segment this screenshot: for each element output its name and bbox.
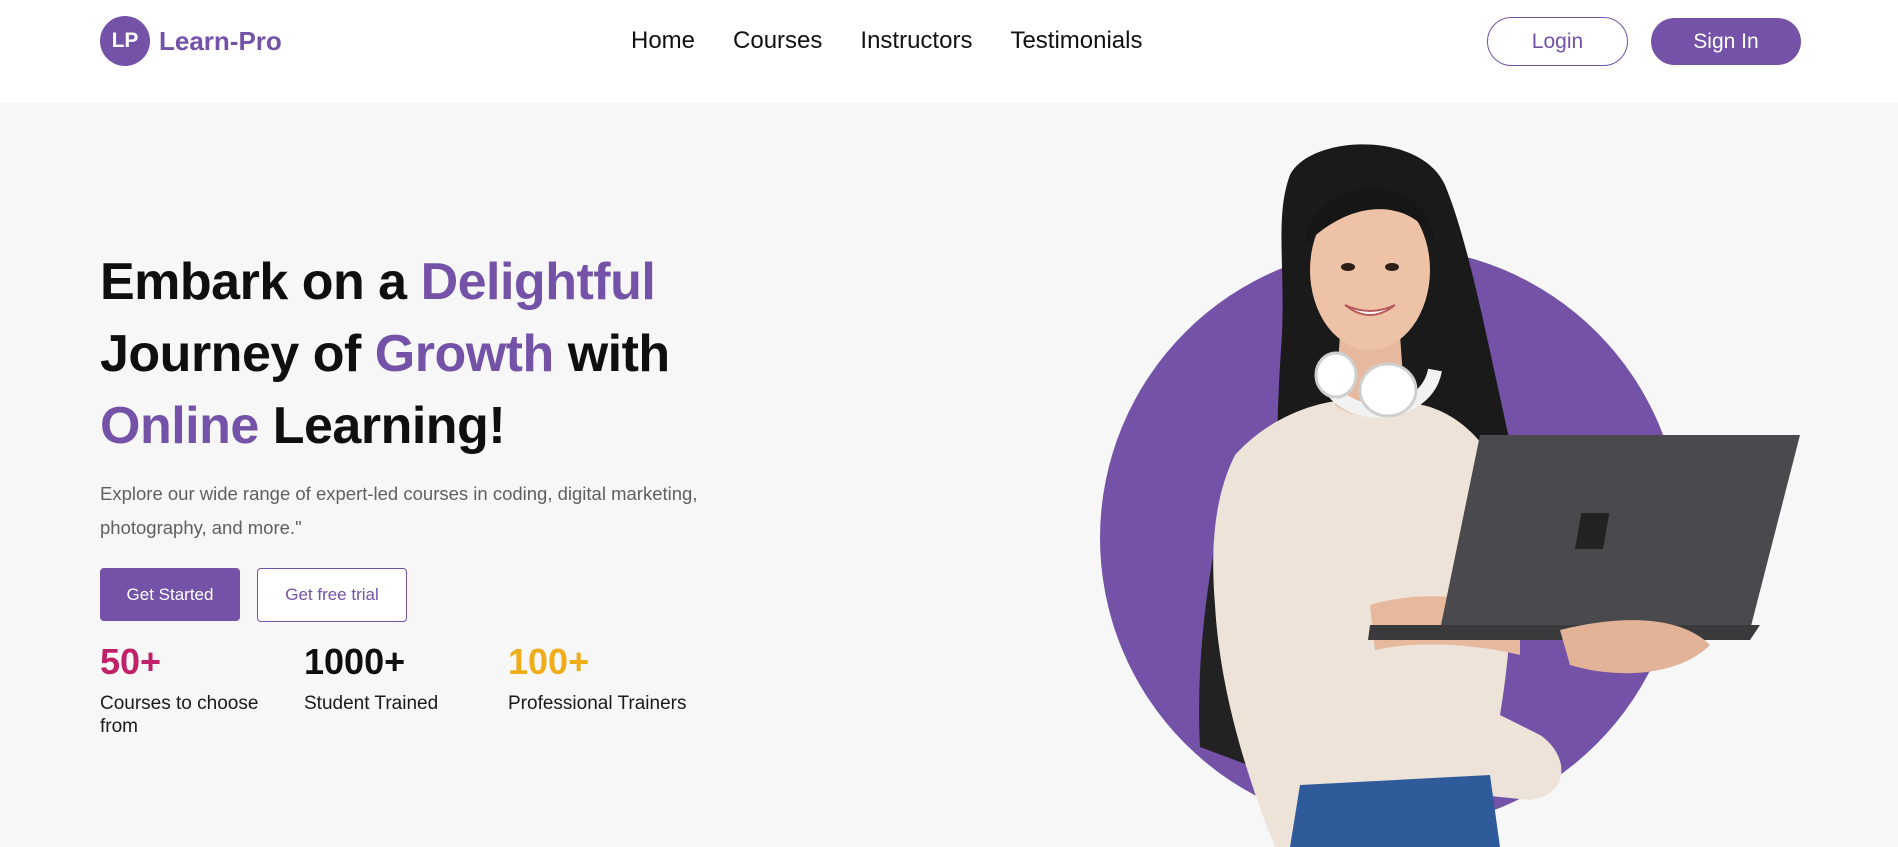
nav-home-link[interactable]: Home [631, 27, 695, 55]
logo-badge: LP [100, 16, 150, 66]
stat-label: Professional Trainers [508, 693, 687, 714]
nav-instructors-link[interactable]: Instructors [860, 27, 972, 55]
stat-label: Student Trained [304, 693, 439, 714]
signin-button[interactable]: Sign In [1651, 18, 1801, 65]
stat-value: 50+ [100, 641, 162, 682]
stat-value: 1000+ [304, 641, 406, 682]
hero-title: Embark on a Delightful Journey of Growth… [100, 246, 740, 462]
stat-courses: 50+ Courses to choose from [100, 640, 290, 738]
title-part: with [553, 325, 670, 383]
eye-right [1385, 263, 1399, 271]
headphones-cup-left [1314, 351, 1358, 399]
nav-testimonials-link[interactable]: Testimonials [1010, 27, 1142, 55]
eye-left [1341, 263, 1355, 271]
stat-trainers: 100+ Professional Trainers [508, 640, 698, 715]
site-header: LP Learn-Pro Home Courses Instructors Te… [0, 0, 1898, 103]
jeans-shape [1290, 775, 1500, 847]
main-nav: Home Courses Instructors Testimonials [631, 27, 1142, 55]
stat-label: Courses to choose from [100, 693, 259, 737]
headphones-cup-right [1358, 362, 1418, 418]
title-part: Journey of [100, 325, 375, 383]
brand-logo[interactable]: LP Learn-Pro [100, 16, 282, 66]
title-accent-growth: Growth [374, 325, 554, 383]
free-trial-button[interactable]: Get free trial [257, 568, 407, 622]
get-started-button[interactable]: Get Started [100, 568, 240, 621]
stat-students: 1000+ Student Trained [304, 640, 494, 715]
title-part: Embark on a [100, 253, 421, 311]
title-part: Learning! [258, 397, 506, 455]
login-button[interactable]: Login [1487, 17, 1628, 66]
laptop-lid [1440, 435, 1800, 630]
brand-name: Learn-Pro [159, 25, 282, 56]
hero-subtitle: Explore our wide range of expert-led cou… [100, 483, 698, 538]
hero-student-image [1100, 144, 1800, 847]
title-accent-online: Online [100, 397, 259, 455]
stat-value: 100+ [508, 641, 590, 682]
nav-courses-link[interactable]: Courses [733, 27, 822, 55]
title-accent-delightful: Delightful [420, 253, 656, 311]
